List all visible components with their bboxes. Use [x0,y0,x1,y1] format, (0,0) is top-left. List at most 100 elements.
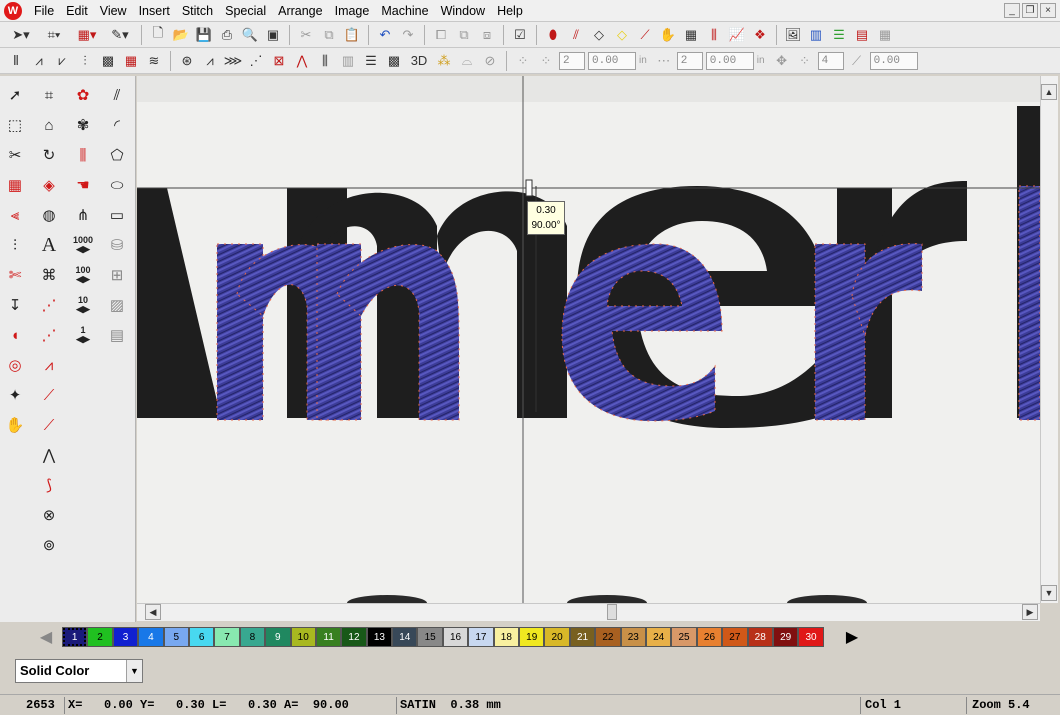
palette-swatch[interactable]: 26 [696,627,723,647]
close-icon[interactable]: × [1040,3,1056,18]
scroll-down-icon[interactable]: ▼ [1041,585,1057,601]
zigzag-stitch-icon[interactable]: ⩘ [36,352,62,378]
thread-list-icon[interactable]: ☰ [829,25,849,45]
redo-icon[interactable]: ↷ [398,25,418,45]
zigzag-fill-icon[interactable]: ⋀ [292,51,312,71]
palette-icon[interactable]: ▤ [852,25,872,45]
text-tool-icon[interactable]: A [36,232,62,258]
texture-fill-icon[interactable]: ▩ [384,51,404,71]
fan-fill-icon[interactable]: ⋰ [246,51,266,71]
menu-special[interactable]: Special [219,1,272,21]
spin-value-2[interactable]: 0.00 [705,51,754,70]
minimize-icon[interactable]: _ [1004,3,1020,18]
stitch-fill-dropdown-icon[interactable]: ▦▾ [72,25,102,45]
triple-stitch-icon[interactable]: ⟋ [36,412,62,438]
palette-prev-icon[interactable]: ◀ [36,626,56,648]
palette-swatch[interactable]: 24 [645,627,672,647]
menu-help[interactable]: Help [491,1,529,21]
applique-icon[interactable]: ◖ [2,322,28,348]
palette-swatch[interactable]: 3 [112,627,139,647]
bar-graph-icon[interactable]: ▥ [806,25,826,45]
vertical-scrollbar[interactable]: ▲ ▼ [1040,76,1058,603]
palette-swatch[interactable]: 18 [493,627,520,647]
save-disk-icon[interactable]: 💾 [194,25,214,45]
count-1000-icon[interactable]: 1000 ◀▶ [70,232,96,258]
select-tool-icon[interactable]: ➚ [2,82,28,108]
menu-machine[interactable]: Machine [375,1,434,21]
color-mode-select[interactable]: Solid Color ▼ [15,659,143,683]
globe-fill-icon[interactable]: ◍ [36,202,62,228]
palette-swatch[interactable]: 13 [366,627,393,647]
scroll-right-icon[interactable]: ▶ [1022,604,1038,620]
palette-swatch[interactable]: 9 [265,627,291,647]
monogram-icon[interactable]: ⌘ [36,262,62,288]
paint-bucket-icon[interactable]: ⛁ [104,232,130,258]
menu-insert[interactable]: Insert [133,1,176,21]
print-preview-icon[interactable]: 🔍 [240,25,260,45]
fill-pattern-6-icon[interactable]: ▦ [121,51,141,71]
running-stitch-icon[interactable]: ⋰ [36,292,62,318]
palette-swatch[interactable]: 4 [138,627,164,647]
palette-swatch[interactable]: 14 [392,627,418,647]
palette-swatch[interactable]: 1 [62,627,88,647]
new-file-icon[interactable]: 🗋 [148,25,168,45]
palette-swatch[interactable]: 16 [442,627,469,647]
distribute-icon[interactable]: ⁘ [536,51,556,71]
emboss-icon[interactable]: ⌓ [457,51,477,71]
fill-pattern-4-icon[interactable]: ⫶ [75,51,95,71]
cut-icon[interactable]: ✂ [296,25,316,45]
digitize-icon[interactable]: ◈ [36,172,62,198]
graph-tool-icon[interactable]: ▨ [104,292,130,318]
paste-icon[interactable]: 📋 [342,25,362,45]
wave-pattern-icon[interactable]: ≋ [144,51,164,71]
horizontal-scrollbar[interactable]: ◀ ▶ [137,603,1040,621]
diagonal-lines-icon[interactable]: ⫽ [104,82,130,108]
pen-dropdown-icon[interactable]: ✎▾ [105,25,135,45]
palette-swatch[interactable]: 29 [772,627,799,647]
hand-icon[interactable]: ✋ [658,25,678,45]
column-fill-icon[interactable]: ⫼ [315,51,335,71]
3d-fill-icon[interactable]: 3D [407,51,431,71]
picture-frame-icon[interactable]: 🖼 [783,25,803,45]
restore-icon[interactable]: ❐ [1022,3,1038,18]
move-icon[interactable]: ✥ [772,51,792,71]
flower-icon[interactable]: ✿ [70,82,96,108]
palette-swatch[interactable]: 12 [341,627,367,647]
spin-count-1[interactable]: 2 [559,51,585,70]
texture-tool-icon[interactable]: ▤ [104,322,130,348]
scissors-tool-icon[interactable]: ✄ [2,262,28,288]
palette-swatch[interactable]: 21 [569,627,596,647]
table-icon[interactable]: ▦ [875,25,895,45]
spin-value-1[interactable]: 0.00 [588,51,636,70]
plant-icon[interactable]: ✾ [70,112,96,138]
engrave-icon[interactable]: ⊘ [480,51,500,71]
ungroup-icon[interactable]: ⧉ [454,25,474,45]
stitch-select-icon[interactable]: ⫶ [2,232,28,258]
scroll-up-icon[interactable]: ▲ [1041,84,1057,100]
palette-swatch[interactable]: 28 [747,627,773,647]
trim-icon[interactable]: ⫼ [704,25,724,45]
menu-edit[interactable]: Edit [60,1,94,21]
scroll-thumb[interactable] [607,604,617,620]
spin-count-2[interactable]: 2 [676,51,703,70]
chevron-down-icon[interactable]: ▼ [126,660,142,682]
bean-stitch-icon[interactable]: ⋰ [36,322,62,348]
loop-tool-icon[interactable]: ◎ [2,352,28,378]
fill-pattern-5-icon[interactable]: ▩ [98,51,118,71]
fork-icon[interactable]: ⋔ [70,202,96,228]
rectangle-icon[interactable]: ▭ [104,202,130,228]
point-stitch-icon[interactable]: ⋀ [36,442,62,468]
thread-tool-icon[interactable]: ✦ [2,382,28,408]
shape-edit-icon[interactable]: ⌂ [36,112,62,138]
needle-icon[interactable]: ⟋ [635,25,655,45]
outline-icon[interactable]: ◇ [589,25,609,45]
menu-arrange[interactable]: Arrange [272,1,328,21]
fill-pattern-1-icon[interactable]: ⦀ [6,51,26,71]
curve-stitch-icon[interactable]: ⟆ [36,472,62,498]
binoculars-icon[interactable]: ⊞ [104,262,130,288]
menu-stitch[interactable]: Stitch [176,1,219,21]
fill-pattern-icon[interactable]: ⫼ [70,142,96,168]
lasso-select-icon[interactable]: ⬚ [2,112,28,138]
menu-window[interactable]: Window [435,1,491,21]
palette-swatch[interactable]: 11 [315,627,342,647]
